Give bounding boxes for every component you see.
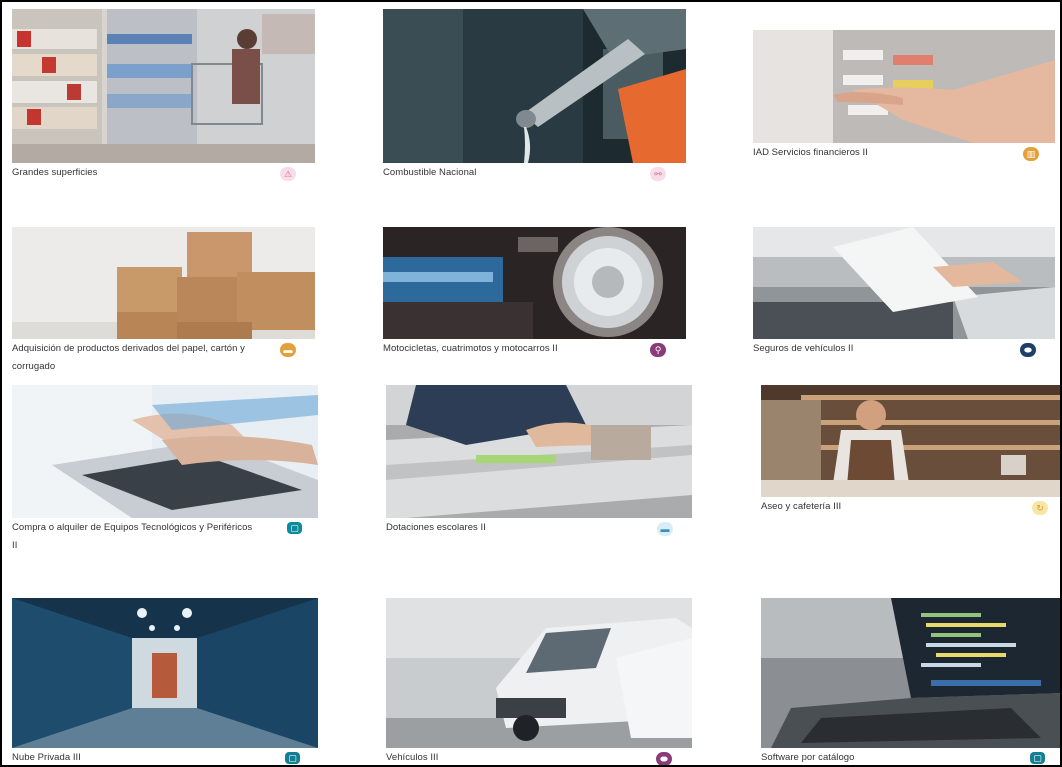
catalog-grid: Grandes superficies ⚠ Combustible Nacion… xyxy=(0,0,1062,767)
card-label[interactable]: Dotaciones escolares II xyxy=(386,519,631,537)
card-image-laptop-code[interactable] xyxy=(761,598,1060,748)
catalog-card-equipos-tecnologicos[interactable]: Compra o alquiler de Equipos Tecnológico… xyxy=(12,385,318,555)
catalog-card-software-catalogo[interactable]: Software por catálogo ▢ xyxy=(761,598,1060,765)
card-label[interactable]: Combustible Nacional xyxy=(383,164,633,182)
card-label[interactable]: Motocicletas, cuatrimotos y motocarros I… xyxy=(383,340,633,358)
card-label[interactable]: Aseo y cafetería III xyxy=(761,498,1011,516)
catalog-card-vehiculos[interactable]: Vehículos III ⬬ xyxy=(386,598,692,765)
truck-icon: ▬ xyxy=(280,343,296,357)
card-label[interactable]: Grandes superficies xyxy=(12,164,272,182)
warning-triangle-icon: ⚠ xyxy=(280,167,296,181)
card-label[interactable]: Nube Privada III xyxy=(12,749,262,765)
card-label[interactable]: Software por catálogo xyxy=(761,749,1011,765)
bank-icon: ▥ xyxy=(1023,147,1039,161)
catalog-card-dotaciones-escolares[interactable]: Dotaciones escolares II ▬ xyxy=(386,385,692,540)
computer-icon: ▢ xyxy=(1030,752,1045,764)
card-image-fuel-nozzle[interactable] xyxy=(383,9,686,163)
card-label[interactable]: Vehículos III xyxy=(386,749,636,765)
catalog-card-combustible-nacional[interactable]: Combustible Nacional ⚯ xyxy=(383,9,686,185)
card-image-student-writing[interactable] xyxy=(386,385,692,518)
catalog-card-papel-carton[interactable]: Adquisición de productos derivados del p… xyxy=(12,227,316,377)
motorcycle-icon: ⚲ xyxy=(650,343,666,357)
card-image-cardboard-boxes[interactable] xyxy=(12,227,315,339)
card-image-laptop-typing[interactable] xyxy=(12,385,318,518)
catalog-card-seguros-vehiculos[interactable]: Seguros de vehículos II ⬬ xyxy=(753,227,1055,362)
card-label[interactable]: Compra o alquiler de Equipos Tecnológico… xyxy=(12,519,257,555)
recycle-icon: ↻ xyxy=(1032,501,1048,515)
catalog-card-nube-privada[interactable]: Nube Privada III ▢ xyxy=(12,598,318,765)
catalog-card-aseo-cafeteria[interactable]: Aseo y cafetería III ↻ xyxy=(761,385,1060,520)
desk-icon: ▬ xyxy=(657,522,673,536)
card-image-keypad-hand[interactable] xyxy=(753,30,1055,143)
catalog-card-motocicletas[interactable]: Motocicletas, cuatrimotos y motocarros I… xyxy=(383,227,686,362)
fuel-network-icon: ⚯ xyxy=(650,167,666,181)
card-image-motorcycle-headlight[interactable] xyxy=(383,227,686,339)
car-insurance-icon: ⬬ xyxy=(1020,343,1036,357)
card-image-supermarket[interactable] xyxy=(12,9,315,163)
computer-icon: ▢ xyxy=(285,752,300,764)
card-label[interactable]: Seguros de vehículos II xyxy=(753,340,1003,358)
card-label[interactable]: IAD Servicios financieros II xyxy=(753,144,1003,162)
card-image-barista[interactable] xyxy=(761,385,1060,497)
card-image-van[interactable] xyxy=(386,598,692,748)
computer-icon: ▢ xyxy=(287,522,302,534)
card-label[interactable]: Adquisición de productos derivados del p… xyxy=(12,340,252,376)
car-icon: ⬬ xyxy=(656,752,672,765)
catalog-card-iad-servicios-financieros[interactable]: IAD Servicios financieros II ▥ xyxy=(753,30,1055,170)
catalog-card-grandes-superficies[interactable]: Grandes superficies ⚠ xyxy=(12,9,316,185)
card-image-car-document[interactable] xyxy=(753,227,1055,339)
card-image-server-room[interactable] xyxy=(12,598,318,748)
